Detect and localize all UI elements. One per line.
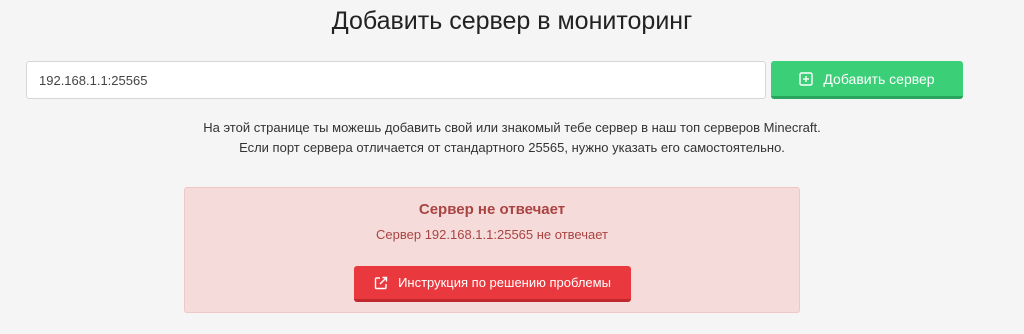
plus-square-icon [799, 72, 814, 86]
page-title: Добавить сервер в мониторинг [331, 7, 693, 35]
error-alert: Сервер не отвечает Сервер 192.168.1.1:25… [184, 187, 800, 313]
description-line-2: Если порт сервера отличается от стандарт… [239, 140, 785, 155]
add-server-form: Добавить сервер [26, 61, 964, 99]
troubleshooting-button[interactable]: Инструкция по решению проблемы [354, 266, 631, 302]
description-line-1: На этой странице ты можешь добавить свой… [203, 120, 821, 135]
add-server-button-label: Добавить сервер [823, 70, 935, 87]
external-link-icon [374, 276, 388, 290]
troubleshooting-button-label: Инструкция по решению проблемы [398, 275, 611, 290]
server-address-input[interactable] [26, 61, 766, 99]
page-description: На этой странице ты можешь добавить свой… [0, 118, 1024, 158]
error-title: Сервер не отвечает [418, 201, 566, 218]
add-server-button[interactable]: Добавить сервер [771, 61, 963, 99]
error-message: Сервер 192.168.1.1:25565 не отвечает [376, 227, 608, 242]
